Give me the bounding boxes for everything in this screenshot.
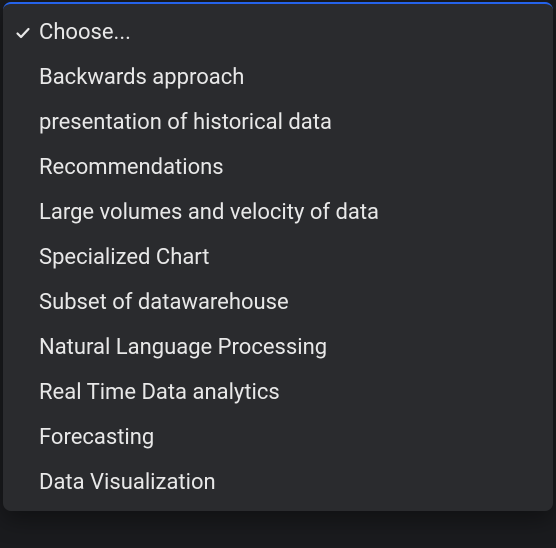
dropdown-item-choose[interactable]: Choose... (3, 10, 553, 55)
dropdown-item-subset-datawarehouse[interactable]: Subset of datawarehouse (3, 280, 553, 325)
dropdown-item-label: Data Visualization (39, 466, 539, 499)
dropdown-item-label: Forecasting (39, 421, 539, 454)
dropdown-menu[interactable]: Choose... Backwards approach presentatio… (3, 2, 553, 511)
dropdown-item-nlp[interactable]: Natural Language Processing (3, 325, 553, 370)
dropdown-item-presentation-historical-data[interactable]: presentation of historical data (3, 100, 553, 145)
dropdown-item-specialized-chart[interactable]: Specialized Chart (3, 235, 553, 280)
dropdown-item-large-volumes-velocity[interactable]: Large volumes and velocity of data (3, 190, 553, 235)
dropdown-item-realtime-analytics[interactable]: Real Time Data analytics (3, 370, 553, 415)
dropdown-item-label: Subset of datawarehouse (39, 286, 539, 319)
dropdown-item-label: Recommendations (39, 151, 539, 184)
dropdown-item-label: Natural Language Processing (39, 331, 539, 364)
dropdown-item-recommendations[interactable]: Recommendations (3, 145, 553, 190)
dropdown-item-label: Specialized Chart (39, 241, 539, 274)
dropdown-item-label: Choose... (39, 16, 539, 49)
dropdown-item-label: Backwards approach (39, 61, 539, 94)
dropdown-item-label: Large volumes and velocity of data (39, 196, 539, 229)
checkmark-icon (15, 25, 39, 41)
dropdown-item-data-visualization[interactable]: Data Visualization (3, 460, 553, 505)
dropdown-item-label: Real Time Data analytics (39, 376, 539, 409)
dropdown-item-forecasting[interactable]: Forecasting (3, 415, 553, 460)
dropdown-item-label: presentation of historical data (39, 106, 539, 139)
dropdown-item-backwards-approach[interactable]: Backwards approach (3, 55, 553, 100)
